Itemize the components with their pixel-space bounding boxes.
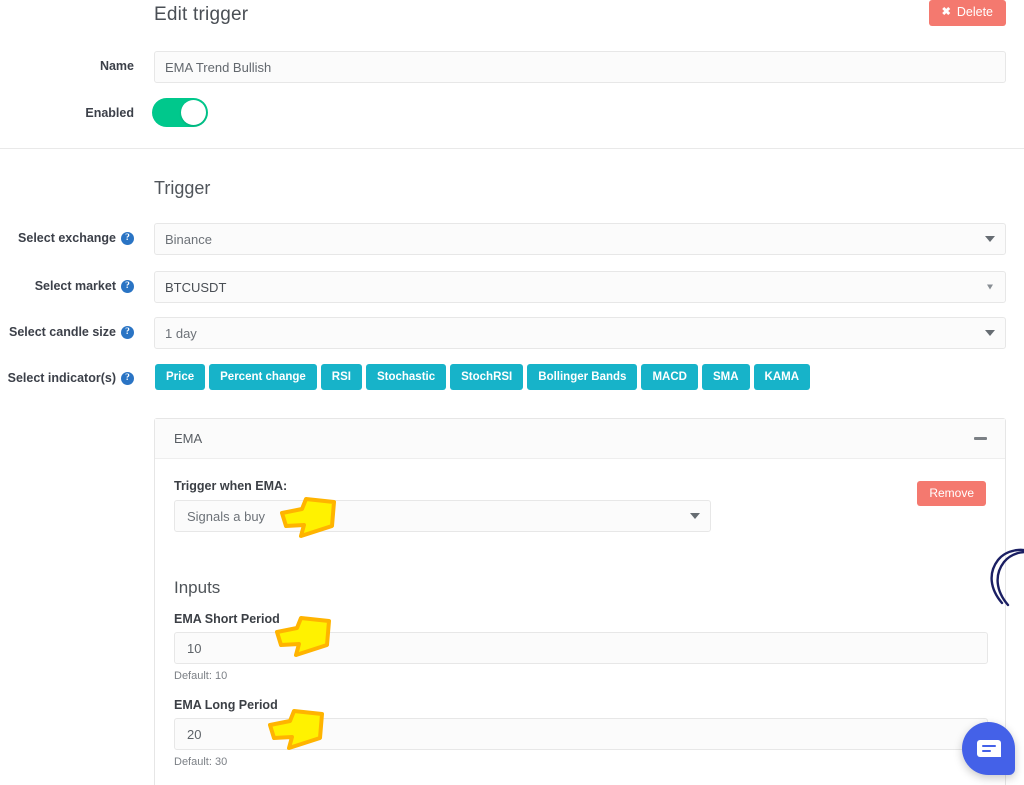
indicator-chip-bollinger-bands[interactable]: Bollinger Bands [527,364,638,390]
help-circle-icon[interactable]: ? [121,279,134,293]
indicator-chip-rsi[interactable]: RSI [320,364,362,390]
select-candle-size-value: 1 day [165,325,197,341]
select-candle-size-dropdown[interactable]: 1 day [154,317,1006,349]
ema-short-period-input[interactable]: 10 [174,632,988,664]
trigger-when-label: Trigger when EMA: [174,479,288,493]
indicator-chip-sma[interactable]: SMA [701,364,750,390]
name-input-value: EMA Trend Bullish [165,59,272,75]
chat-bubble-button[interactable] [962,722,1015,775]
select-market-label: Select market [34,279,116,293]
delete-button[interactable]: ✖ Delete [928,0,1006,26]
indicator-chip-price[interactable]: Price [155,364,206,390]
delete-button-label: Delete [956,5,993,19]
ema-long-period-input[interactable]: 20 [174,718,988,750]
section-divider [0,148,1024,149]
select-market-label-wrap: Select market ? [0,279,134,293]
chevron-down-icon [987,284,993,290]
ema-indicator-panel: EMA Remove Trigger when EMA: Signals a b… [154,418,1006,785]
select-exchange-label-wrap: Select exchange ? [0,231,134,245]
indicator-chip-macd[interactable]: MACD [641,364,698,390]
ema-short-period-default: Default: 10 [174,670,228,682]
chevron-down-icon [985,236,995,242]
indicator-chip-stochrsi[interactable]: StochRSI [450,364,524,390]
trigger-when-dropdown[interactable]: Signals a buy [174,500,711,532]
ema-short-period-label: EMA Short Period [174,612,280,626]
select-exchange-dropdown[interactable]: Binance [154,223,1006,255]
select-market-dropdown[interactable]: BTCUSDT [154,271,1006,303]
toggle-knob [181,100,206,125]
ema-long-period-default: Default: 30 [174,756,228,768]
select-indicators-label: Select indicator(s) [7,371,116,385]
trigger-section-title: Trigger [154,178,211,198]
chevron-down-icon [985,330,995,336]
indicator-chip-kama[interactable]: KAMA [753,364,811,390]
enabled-toggle[interactable] [152,98,208,127]
chat-bubble-icon [976,740,1001,757]
name-label-wrap: Name [0,59,134,73]
name-label: Name [99,59,134,73]
select-candle-size-label-wrap: Select candle size ? [0,325,134,339]
ema-panel-body: Remove Trigger when EMA: Signals a buy I… [155,459,1005,785]
indicator-chip-percent-change[interactable]: Percent change [209,364,317,390]
close-x-icon: ✖ [941,5,951,18]
trigger-when-value: Signals a buy [187,508,266,524]
indicator-chip-list: Price Percent change RSI Stochastic Stoc… [155,364,811,390]
minus-icon[interactable] [974,437,987,440]
ema-long-period-value: 20 [187,726,202,742]
select-exchange-label: Select exchange [18,231,116,245]
enabled-label-wrap: Enabled [0,106,134,120]
help-circle-icon[interactable]: ? [121,325,134,339]
ema-short-period-value: 10 [187,640,202,656]
select-exchange-value: Binance [165,231,212,247]
ema-panel-header[interactable]: EMA [155,419,1005,459]
page-title: Edit trigger [154,4,249,25]
remove-indicator-button[interactable]: Remove [917,481,986,506]
enabled-label: Enabled [85,106,134,120]
select-candle-size-label: Select candle size [8,325,116,339]
ema-long-period-label: EMA Long Period [174,698,278,712]
help-circle-icon[interactable]: ? [121,371,134,385]
indicator-chip-stochastic[interactable]: Stochastic [365,364,447,390]
ema-panel-title: EMA [174,431,203,446]
name-input[interactable]: EMA Trend Bullish [154,51,1006,83]
chevron-down-icon [690,513,700,519]
select-market-value: BTCUSDT [165,279,227,295]
edit-trigger-page: Edit trigger ✖ Delete Name EMA Trend Bul… [0,0,1024,785]
select-indicators-label-wrap: Select indicator(s) ? [0,371,134,385]
inputs-heading: Inputs [174,578,221,597]
help-circle-icon[interactable]: ? [121,231,134,245]
